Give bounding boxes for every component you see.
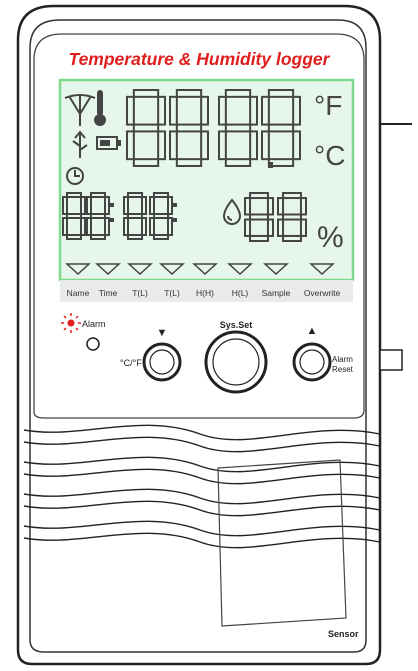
sys-set-button[interactable] xyxy=(204,330,268,394)
alarm-reset-button[interactable] xyxy=(292,342,332,382)
logger-device: Temperature & Humidity logger °F °C % Na… xyxy=(16,4,412,666)
function-label: Overwrite xyxy=(304,288,341,298)
fahrenheit-unit: °F xyxy=(314,90,342,121)
time-colon2-bottom xyxy=(173,218,177,222)
function-label: T(L) xyxy=(132,288,148,298)
function-label: H(H) xyxy=(196,288,214,298)
function-label: T(L) xyxy=(164,288,180,298)
unit-button-label: °C/°F xyxy=(120,358,142,368)
time-colon2-top xyxy=(173,203,177,207)
device-title: Temperature & Humidity logger xyxy=(69,49,331,69)
time-colon-top xyxy=(110,203,114,207)
sensor-label: Sensor xyxy=(328,629,359,639)
set-button-label: Sys.Set xyxy=(220,320,253,330)
function-label: Sample xyxy=(262,288,291,298)
unit-toggle-button[interactable] xyxy=(142,342,182,382)
alarm-reset-line1: Alarm xyxy=(332,355,353,364)
side-connector xyxy=(379,349,403,371)
function-label: H(L) xyxy=(232,288,249,298)
device-stage: Temperature & Humidity logger °F °C % Na… xyxy=(0,0,418,671)
percent-unit: % xyxy=(317,221,344,254)
function-label: Name xyxy=(67,288,90,298)
celsius-unit: °C xyxy=(314,140,345,171)
up-arrow-label: ▲ xyxy=(307,325,318,337)
temp-decimal-point xyxy=(268,162,273,168)
lcd-screen xyxy=(58,78,355,282)
function-label: Time xyxy=(99,288,118,298)
down-arrow-label: ▼ xyxy=(157,327,168,339)
alarm-reset-line2: Reset xyxy=(332,365,354,374)
alarm-label: Alarm xyxy=(82,319,106,329)
alarm-led xyxy=(86,337,100,351)
alarm-led-icon xyxy=(61,313,81,333)
time-colon-bottom xyxy=(110,218,114,222)
